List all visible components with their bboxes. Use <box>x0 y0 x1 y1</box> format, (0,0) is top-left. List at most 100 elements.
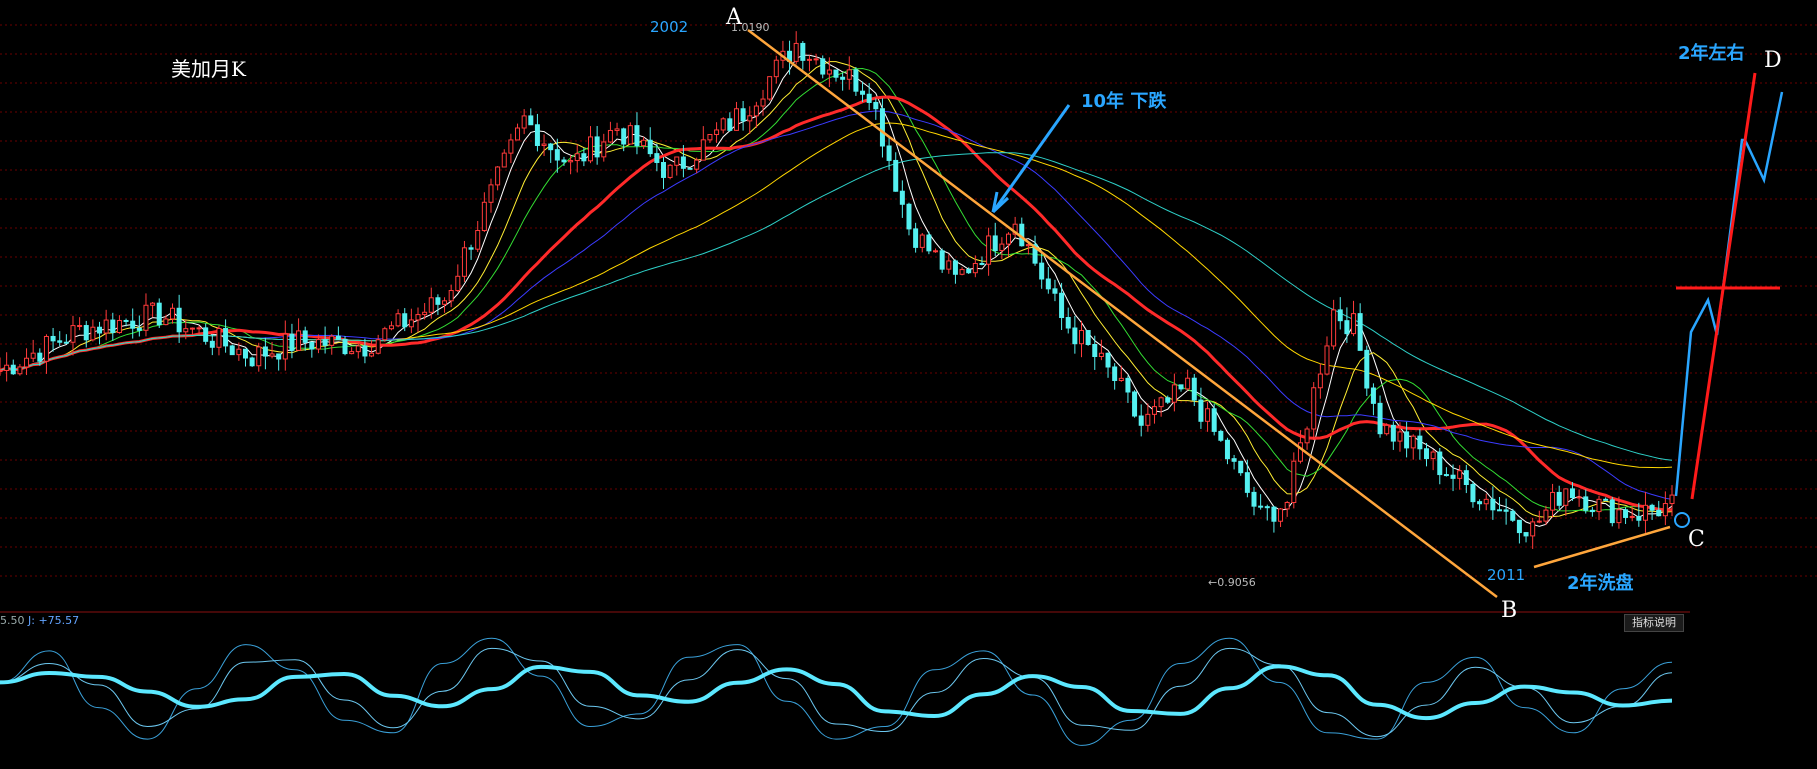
candle-body <box>1616 509 1622 524</box>
candle-body <box>1550 491 1556 511</box>
candle-body <box>660 162 666 178</box>
candle-body <box>501 152 507 168</box>
candle-body <box>1596 498 1602 513</box>
candle-body <box>1370 387 1376 404</box>
candle-body <box>581 153 587 162</box>
candle-body <box>1390 424 1396 442</box>
point-b-label: B <box>1501 598 1517 623</box>
candle-body <box>136 327 142 331</box>
candle-body <box>203 327 209 342</box>
kdj-readout-prefix: 5.50 <box>0 614 25 627</box>
candle-body <box>826 69 832 75</box>
candle-body <box>1656 509 1662 517</box>
candle-body <box>793 42 799 62</box>
candle-body <box>1443 474 1449 477</box>
candle-body <box>362 345 368 357</box>
candle-body <box>1078 330 1084 345</box>
candle-body <box>1437 451 1443 476</box>
candle-body <box>0 369 3 372</box>
candle-body <box>1503 509 1509 512</box>
candle-body <box>1397 431 1403 442</box>
chart-title: 美加月K <box>171 57 247 81</box>
candle-body <box>269 353 275 357</box>
candle-body <box>561 159 567 163</box>
candle-body <box>1543 509 1549 522</box>
wash-note: 2年洗盘 <box>1567 572 1634 594</box>
candle-body <box>442 300 448 305</box>
candle-body <box>309 341 315 350</box>
candle-body <box>674 156 680 166</box>
candle-body <box>1224 439 1230 460</box>
candle-body <box>335 335 341 340</box>
candle-body <box>1450 474 1456 479</box>
candle-body <box>919 234 925 248</box>
candle-body <box>1523 532 1529 537</box>
candle-body <box>282 333 288 360</box>
candle-body <box>176 307 182 333</box>
candle-body <box>1006 233 1012 245</box>
candle-body <box>1105 352 1111 368</box>
candle-body <box>1457 470 1463 479</box>
candle-body <box>972 262 978 274</box>
candle-body <box>103 319 109 334</box>
downtrend-line-a-b <box>747 29 1498 598</box>
candle-body <box>77 325 83 328</box>
candle-body <box>1297 442 1303 462</box>
indicator-help-button[interactable]: 指标说明 <box>1624 614 1684 632</box>
candle-body <box>110 319 116 334</box>
candle-body <box>302 330 308 343</box>
candle-body <box>10 364 16 375</box>
kdj-j-line <box>0 637 1673 746</box>
candle-body <box>1636 515 1642 521</box>
high-value-label: 1.0190 <box>731 21 770 34</box>
candle-body <box>1642 504 1648 521</box>
candle-body <box>50 335 56 342</box>
candle-body <box>740 108 746 122</box>
candle-body <box>150 302 156 306</box>
candle-body <box>1171 384 1177 403</box>
candle-body <box>229 345 235 356</box>
candle-body <box>70 325 76 343</box>
candle-body <box>349 351 355 355</box>
candle-body <box>355 345 361 353</box>
candle-body <box>1045 278 1051 290</box>
candle-body <box>1331 309 1337 347</box>
candle-body <box>680 156 686 169</box>
candle-body <box>216 327 222 348</box>
candle-body <box>1424 448 1430 460</box>
candle-body <box>601 141 607 158</box>
kdj-j-label: J: <box>28 614 35 627</box>
candle-body <box>448 290 454 302</box>
candle-body <box>952 260 958 275</box>
kdj-d-line <box>0 664 1673 721</box>
candle-body <box>382 328 388 341</box>
candle-body <box>999 243 1005 251</box>
candle-body <box>123 319 129 322</box>
candle-body <box>879 108 885 147</box>
candle-body <box>1490 498 1496 511</box>
candle-body <box>422 311 428 316</box>
candle-body <box>667 164 673 178</box>
candle-body <box>428 297 434 313</box>
candle-body <box>249 357 255 367</box>
candle-body <box>30 352 36 359</box>
candle-body <box>1470 484 1476 503</box>
candle-body <box>886 145 892 161</box>
candle-body <box>468 247 474 250</box>
candle-body <box>196 327 202 330</box>
ma-60-line <box>0 122 1673 469</box>
candle-body <box>1496 509 1502 512</box>
candle-body <box>24 357 30 368</box>
candle-body <box>1576 496 1582 499</box>
candle-body <box>1377 402 1383 435</box>
candle-body <box>1589 509 1595 513</box>
candle-body <box>315 339 321 350</box>
candle-body <box>488 184 494 203</box>
candle-body <box>296 330 302 351</box>
candle-body <box>1669 494 1675 505</box>
candle-body <box>906 203 912 230</box>
candle-body <box>833 69 839 78</box>
candle-body <box>375 339 381 354</box>
kdj-j-value: +75.57 <box>38 614 80 627</box>
candle-body <box>866 93 872 103</box>
